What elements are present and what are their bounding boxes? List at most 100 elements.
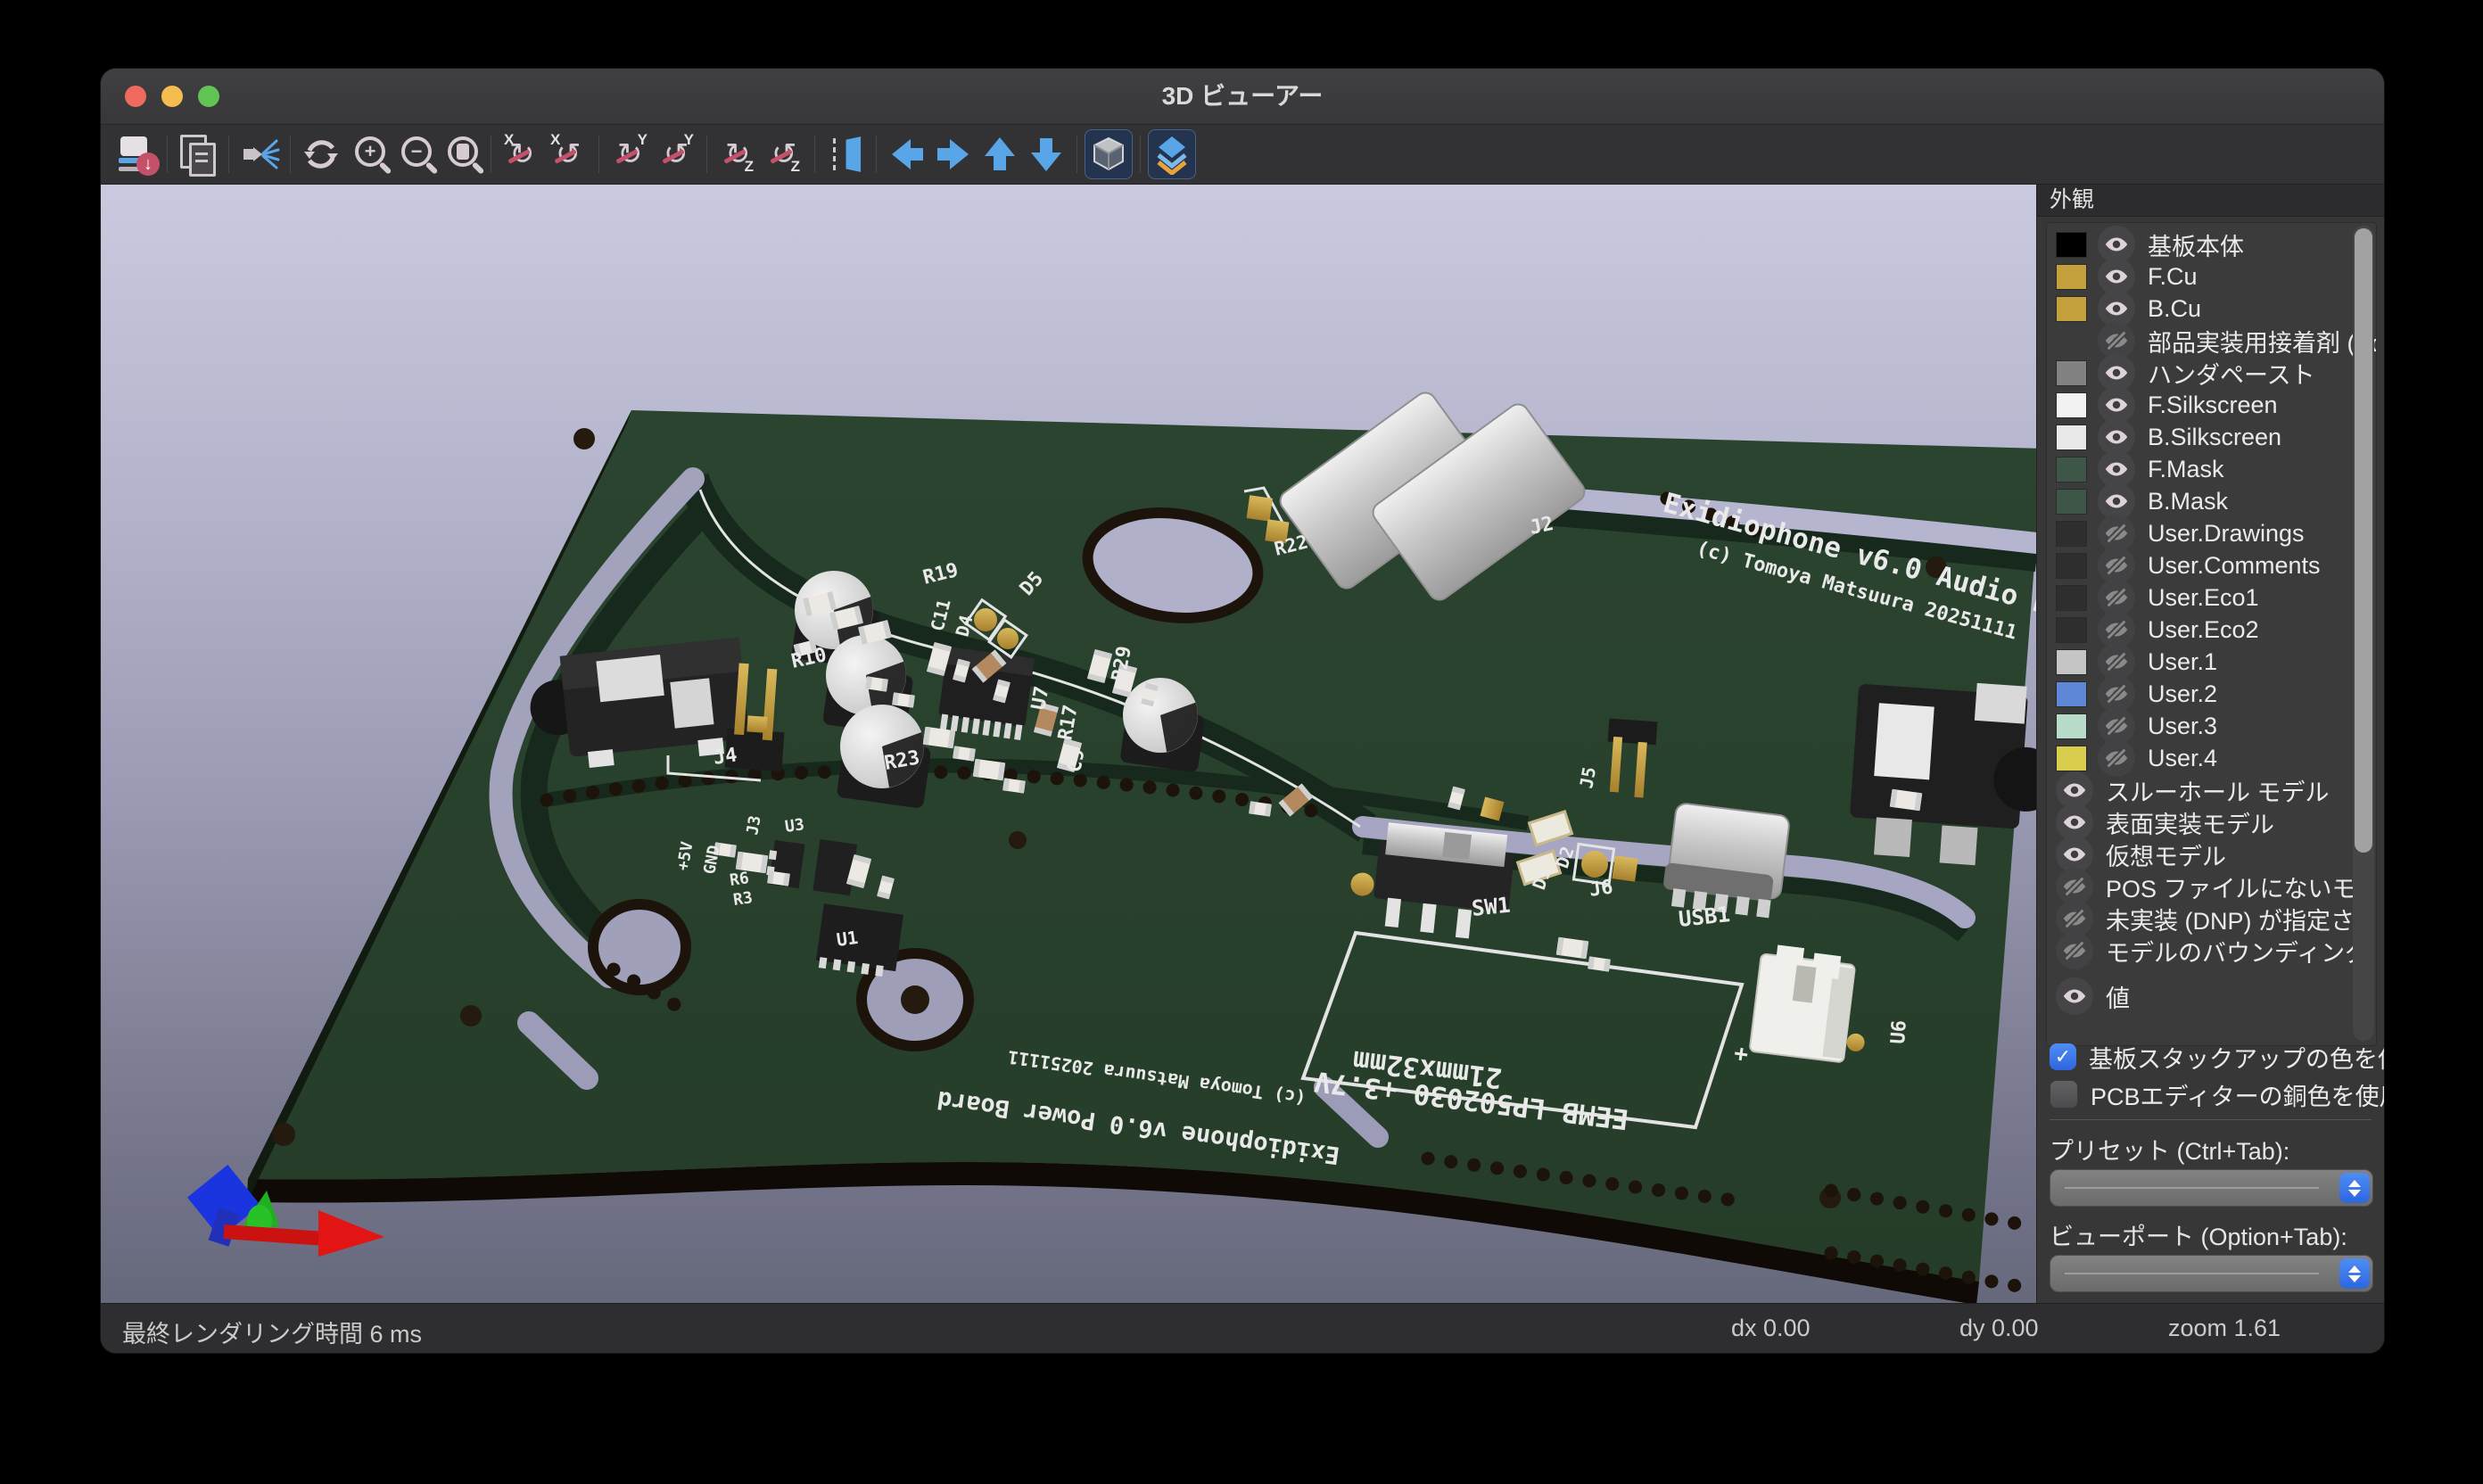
rotate-z-ccw-button[interactable]: Z↺ (761, 130, 807, 178)
layer-row[interactable]: F.Mask (2047, 453, 2349, 485)
use-stackup-colors-checkbox[interactable]: ✓ (2050, 1043, 2076, 1070)
zoom-out-icon: − (401, 136, 432, 167)
pan-up-button[interactable] (977, 130, 1023, 178)
preset-label: プリセット (Ctrl+Tab): (2050, 1132, 2289, 1167)
visibility-eye-icon[interactable] (2056, 932, 2093, 969)
visibility-eye-icon[interactable] (2098, 739, 2135, 777)
pan-down-button[interactable] (1023, 130, 1069, 178)
layer-row[interactable]: User.4 (2047, 742, 2349, 774)
layer-label: F.Mask (2148, 456, 2224, 483)
status-dy: dy 0.00 (1959, 1315, 2039, 1342)
svg-text:U1: U1 (835, 927, 859, 951)
layer-row[interactable]: F.Cu (2047, 260, 2349, 293)
raytracing-button[interactable] (236, 130, 283, 178)
appearance-panel-toggle[interactable] (1148, 129, 1196, 179)
zoom-out-button[interactable]: − (391, 130, 437, 178)
preset-stepper[interactable] (2339, 1173, 2370, 1203)
pan-left-button[interactable] (884, 130, 930, 178)
redraw-icon (301, 134, 342, 175)
layer-row[interactable]: User.Eco1 (2047, 581, 2349, 614)
layer-color-swatch[interactable] (2056, 232, 2087, 258)
layer-color-swatch[interactable] (2056, 521, 2087, 547)
layer-row[interactable]: ハンダペースト (2047, 357, 2349, 389)
layer-row[interactable]: 表面実装モデル (2047, 806, 2349, 838)
layer-color-swatch[interactable] (2056, 425, 2087, 450)
layer-row[interactable]: User.Drawings (2047, 517, 2349, 549)
layer-row[interactable]: 値 (2047, 980, 2349, 1012)
layer-color-swatch[interactable] (2056, 360, 2087, 386)
3d-viewport[interactable]: Exidiophone v6.0 Audio Board(c) Tomoya M… (101, 185, 2036, 1303)
rotate-x-cw-icon: X↻ (502, 135, 541, 174)
pan-left-icon (887, 134, 928, 175)
viewport-stepper[interactable] (2339, 1258, 2370, 1289)
layer-row[interactable]: User.3 (2047, 710, 2349, 742)
zoom-in-button[interactable]: + (344, 130, 391, 178)
pan-right-button[interactable] (930, 130, 977, 178)
layer-label: 表面実装モデル (2106, 805, 2274, 840)
layer-label: User.Drawings (2148, 520, 2305, 548)
use-stackup-colors-row[interactable]: ✓ 基板スタックアップの色を使用 (2050, 1041, 2385, 1073)
viewport-dropdown[interactable] (2050, 1255, 2373, 1292)
rotate-z-cw-button[interactable]: Z↻ (714, 130, 761, 178)
layer-label: 基板本体 (2148, 227, 2244, 262)
layer-row[interactable]: User.2 (2047, 678, 2349, 710)
layer-row[interactable]: スルーホール モデル (2047, 774, 2349, 806)
layer-row[interactable]: B.Cu (2047, 293, 2349, 325)
preset-dropdown[interactable] (2050, 1169, 2373, 1207)
layer-row[interactable]: User.1 (2047, 646, 2349, 678)
layer-color-swatch[interactable] (2056, 617, 2087, 643)
rotate-x-ccw-button[interactable]: X↺ (545, 130, 591, 178)
layer-row[interactable]: B.Mask (2047, 485, 2349, 517)
checkbox-label: PCBエディターの銅色を使用 (2091, 1077, 2385, 1112)
layer-color-swatch[interactable] (2056, 553, 2087, 579)
layer-row[interactable]: User.Eco2 (2047, 614, 2349, 646)
rotate-z-cw-icon: Z↻ (718, 135, 757, 174)
layer-color-swatch[interactable] (2056, 681, 2087, 707)
render-time: 最終レンダリング時間 6 ms (122, 1315, 422, 1349)
flip-board-button[interactable] (822, 130, 869, 178)
orthographic-toggle[interactable] (1085, 129, 1133, 179)
layer-color-swatch[interactable] (2056, 457, 2087, 482)
rotate-x-cw-button[interactable]: X↻ (499, 130, 545, 178)
layers-icon (1151, 134, 1192, 175)
layer-color-swatch[interactable] (2056, 746, 2087, 771)
rotate-y-cw-button[interactable]: Y↻ (606, 130, 653, 178)
status-dx: dx 0.00 (1731, 1315, 1811, 1342)
layer-color-swatch[interactable] (2056, 296, 2087, 322)
layer-color-swatch[interactable] (2056, 585, 2087, 611)
svg-text:U6: U6 (1887, 1019, 1911, 1044)
layer-color-swatch[interactable] (2056, 649, 2087, 675)
visibility-eye-icon[interactable] (2056, 977, 2093, 1015)
layer-row[interactable]: POS ファイルにないモ (2047, 870, 2349, 903)
layer-list[interactable]: 基板本体 (2046, 222, 2377, 1046)
appearance-sidebar: 外観 (2036, 185, 2384, 1303)
reload-board-button[interactable]: ↓ (113, 130, 160, 178)
rotate-y-ccw-button[interactable]: Y↺ (653, 130, 699, 178)
zoom-to-fit-button[interactable] (437, 130, 483, 178)
copy-image-button[interactable] (175, 130, 221, 178)
layer-row[interactable]: 未実装 (DNP) が指定さ (2047, 903, 2349, 935)
toolbar-separator (1140, 136, 1141, 173)
layer-label: F.Silkscreen (2148, 392, 2278, 419)
use-pcb-copper-colors-checkbox[interactable] (2050, 1080, 2078, 1109)
layer-row[interactable]: B.Silkscreen (2047, 421, 2349, 453)
layer-color-swatch[interactable] (2056, 489, 2087, 515)
toolbar-separator (598, 136, 599, 173)
redraw-button[interactable] (298, 130, 344, 178)
layer-row[interactable]: モデルのバウンディング (2047, 935, 2349, 967)
layer-color-swatch[interactable] (2056, 392, 2087, 418)
layer-row[interactable]: User.Comments (2047, 549, 2349, 581)
svg-text:C9: C9 (1063, 747, 1089, 774)
layer-row[interactable]: 基板本体 (2047, 228, 2349, 260)
list-scrollbar[interactable] (2353, 226, 2374, 1041)
layer-row[interactable]: 部品実装用接着剤 (Adh (2047, 325, 2349, 357)
layer-color-swatch[interactable] (2056, 264, 2087, 290)
titlebar[interactable]: 3D ビューアー (101, 69, 2384, 125)
scrollbar-thumb[interactable] (2355, 228, 2372, 853)
layer-row[interactable]: F.Silkscreen (2047, 389, 2349, 421)
layer-color-swatch[interactable] (2056, 713, 2087, 739)
svg-text:R6: R6 (729, 869, 750, 890)
use-pcb-copper-colors-row[interactable]: PCBエディターの銅色を使用 (2050, 1078, 2385, 1110)
zoom-in-icon: + (355, 136, 385, 167)
layer-row[interactable]: 仮想モデル (2047, 838, 2349, 870)
